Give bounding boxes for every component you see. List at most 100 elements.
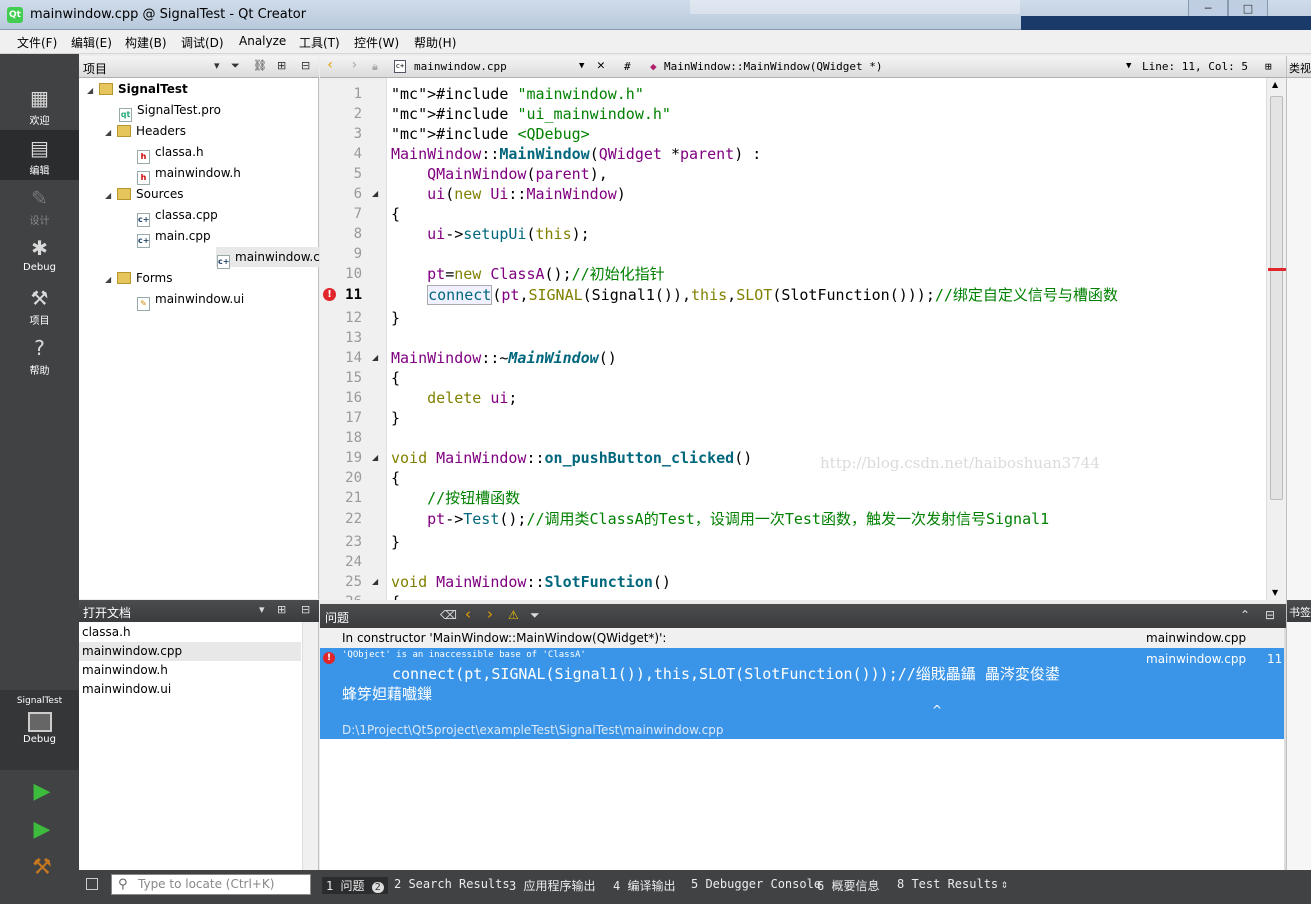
code-line[interactable]: "mc">#include "ui_mainwindow.h" [391, 104, 671, 124]
split-icon[interactable]: ⊞ [277, 603, 286, 616]
mode-welcome[interactable]: ▦ 欢迎 [0, 80, 79, 130]
code-line[interactable]: delete ui; [391, 388, 517, 408]
tree-item[interactable]: ◢ Sources [105, 184, 183, 204]
code-line[interactable]: } [391, 408, 400, 428]
code-line[interactable]: QMainWindow(parent), [391, 164, 608, 184]
toggle-sidebar-icon[interactable] [86, 878, 98, 890]
fold-arrow-icon[interactable]: ◢ [372, 189, 378, 198]
list-item[interactable]: classa.h [79, 623, 301, 642]
more-tabs-icon[interactable]: ⇕ [1001, 877, 1008, 891]
scroll-thumb[interactable] [1270, 96, 1283, 500]
close-pane-icon[interactable]: ⊟ [1265, 608, 1275, 622]
menu-file[interactable]: 文件(F) [17, 34, 57, 51]
chevron-down-icon[interactable]: ▾ [259, 603, 265, 616]
mode-design[interactable]: ✎ 设计 [0, 180, 79, 230]
tree-item[interactable]: c+ classa.cpp [137, 205, 218, 227]
scrollbar[interactable] [302, 622, 318, 870]
class-view-header[interactable]: 类视 [1287, 56, 1311, 78]
code-line[interactable]: "mc">#include "mainwindow.h" [391, 84, 644, 104]
build-button[interactable]: ⚒ [30, 856, 54, 880]
code-line[interactable]: ui->setupUi(this); [391, 224, 590, 244]
locator-input[interactable]: ⚲ Type to locate (Ctrl+K) [111, 874, 311, 895]
filter-icon[interactable]: ⏷ [530, 608, 540, 623]
tab-issues[interactable]: 1 问题 2 [322, 877, 388, 894]
forward-arrow-icon[interactable]: › [350, 57, 358, 73]
scrollbar[interactable] [1284, 628, 1286, 870]
code-line[interactable]: //按钮槽函数 [391, 488, 520, 508]
issue-row-selected[interactable]: ! 'QObject' is an inaccessible base of '… [320, 648, 1286, 739]
chevron-down-icon[interactable]: ▼ [1126, 61, 1131, 71]
tree-item[interactable]: ✎ mainwindow.ui [137, 289, 244, 311]
code-line[interactable]: { [391, 468, 400, 488]
debug-run-button[interactable]: ▶ [30, 818, 54, 842]
tree-item[interactable]: h classa.h [137, 142, 204, 164]
warning-icon[interactable]: ⚠ [508, 608, 519, 622]
tree-item[interactable]: c+ main.cpp [137, 226, 211, 248]
code-line[interactable]: pt=new ClassA();//初始化指针 [391, 264, 665, 284]
code-line[interactable]: { [391, 592, 400, 600]
cursor-position[interactable]: Line: 11, Col: 5 [1142, 60, 1248, 73]
tab-compile-output[interactable]: 4 编译输出 [613, 877, 675, 894]
tab-search-results[interactable]: 2 Search Results [394, 877, 510, 891]
code-line[interactable]: ui(new Ui::MainWindow) [391, 184, 626, 204]
tree-item[interactable]: h mainwindow.h [137, 163, 241, 185]
menu-debug[interactable]: 调试(D) [181, 34, 224, 51]
chevron-down-icon[interactable]: ▼ [579, 61, 584, 71]
bookmarks-header[interactable]: 书签 [1287, 600, 1311, 622]
close-document-icon[interactable]: ✕ [597, 58, 605, 73]
list-item[interactable]: mainwindow.h [79, 661, 301, 680]
maximize-pane-icon[interactable]: ⌃ [1240, 608, 1250, 622]
kit-selector[interactable]: SignalTest Debug [0, 690, 79, 770]
next-arrow-icon[interactable]: › [487, 605, 493, 623]
tree-item[interactable]: ◢ Headers [105, 121, 186, 141]
mode-edit[interactable]: ▤ 编辑 [0, 130, 79, 180]
scroll-down-arrow-icon[interactable]: ▼ [1272, 588, 1278, 597]
prev-arrow-icon[interactable]: ‹ [465, 605, 471, 623]
tab-application-output[interactable]: 3 应用程序输出 [509, 877, 595, 894]
fold-arrow-icon[interactable]: ◢ [372, 353, 378, 362]
run-button[interactable]: ▶ [30, 780, 54, 804]
code-line[interactable]: MainWindow::MainWindow(QWidget *parent) … [391, 144, 761, 164]
filter-icon[interactable]: ⏷ [231, 59, 240, 73]
mode-debug[interactable]: ✱ Debug [0, 230, 79, 280]
fold-arrow-icon[interactable]: ◢ [372, 453, 378, 462]
code-line[interactable]: "mc">#include <QDebug> [391, 124, 590, 144]
split-icon[interactable]: ⊞ [277, 59, 286, 72]
code-line[interactable]: pt->Test();//调用类ClassA的Test，设调用一次Test函数，… [391, 509, 1049, 529]
list-item[interactable]: mainwindow.ui [79, 680, 301, 699]
close-pane-icon[interactable]: ⊟ [301, 59, 310, 72]
menu-build[interactable]: 构建(B) [125, 34, 167, 51]
tab-test-results[interactable]: 8 Test Results [897, 877, 998, 891]
code-line[interactable]: } [391, 532, 400, 552]
code-editor[interactable]: 1 2 3 4 5 6 ◢ 7 8 9 10 11! 12 13 14 ◢ 15 16 17 18 19 ◢ 20 21 22 2… [320, 78, 1286, 600]
issue-context-row[interactable]: In constructor 'MainWindow::MainWindow(Q… [320, 628, 1286, 648]
tree-item[interactable]: qt SignalTest.pro [119, 100, 221, 122]
split-icon[interactable]: ⊞ [1265, 60, 1272, 73]
menu-edit[interactable]: 编辑(E) [71, 34, 112, 51]
back-arrow-icon[interactable]: ‹ [326, 57, 334, 73]
close-pane-icon[interactable]: ⊟ [301, 603, 310, 616]
symbol-selector[interactable]: MainWindow::MainWindow(QWidget *) [664, 60, 883, 73]
tree-item[interactable]: ◢ Forms [105, 268, 172, 288]
editor-scrollbar[interactable]: ▲ ▼ [1266, 78, 1286, 600]
menu-widgets[interactable]: 控件(W) [354, 34, 399, 51]
tab-debugger-console[interactable]: 5 Debugger Console [691, 877, 821, 891]
code-line[interactable]: MainWindow::~MainWindow() [391, 348, 617, 368]
tab-general-messages[interactable]: 6 概要信息 [817, 877, 879, 894]
fold-arrow-icon[interactable]: ◢ [372, 577, 378, 586]
code-line[interactable]: { [391, 204, 400, 224]
file-selector[interactable]: mainwindow.cpp [414, 60, 507, 73]
error-marker-icon[interactable]: ! [323, 288, 336, 301]
tree-root[interactable]: ◢ SignalTest [87, 79, 188, 99]
link-icon[interactable]: ⛓ [253, 59, 267, 72]
chevron-down-icon[interactable]: ▾ [214, 59, 220, 72]
hash-symbol[interactable]: # [624, 60, 631, 73]
mode-projects[interactable]: ⚒ 项目 [0, 280, 79, 330]
code-line[interactable]: } [391, 308, 400, 328]
clear-icon[interactable]: ⌫ [440, 608, 457, 622]
code-line[interactable]: void MainWindow::SlotFunction() [391, 572, 671, 592]
code-line[interactable]: { [391, 368, 400, 388]
menu-tools[interactable]: 工具(T) [299, 34, 340, 51]
menu-analyze[interactable]: Analyze [239, 34, 286, 48]
scroll-up-arrow-icon[interactable]: ▲ [1272, 80, 1278, 89]
